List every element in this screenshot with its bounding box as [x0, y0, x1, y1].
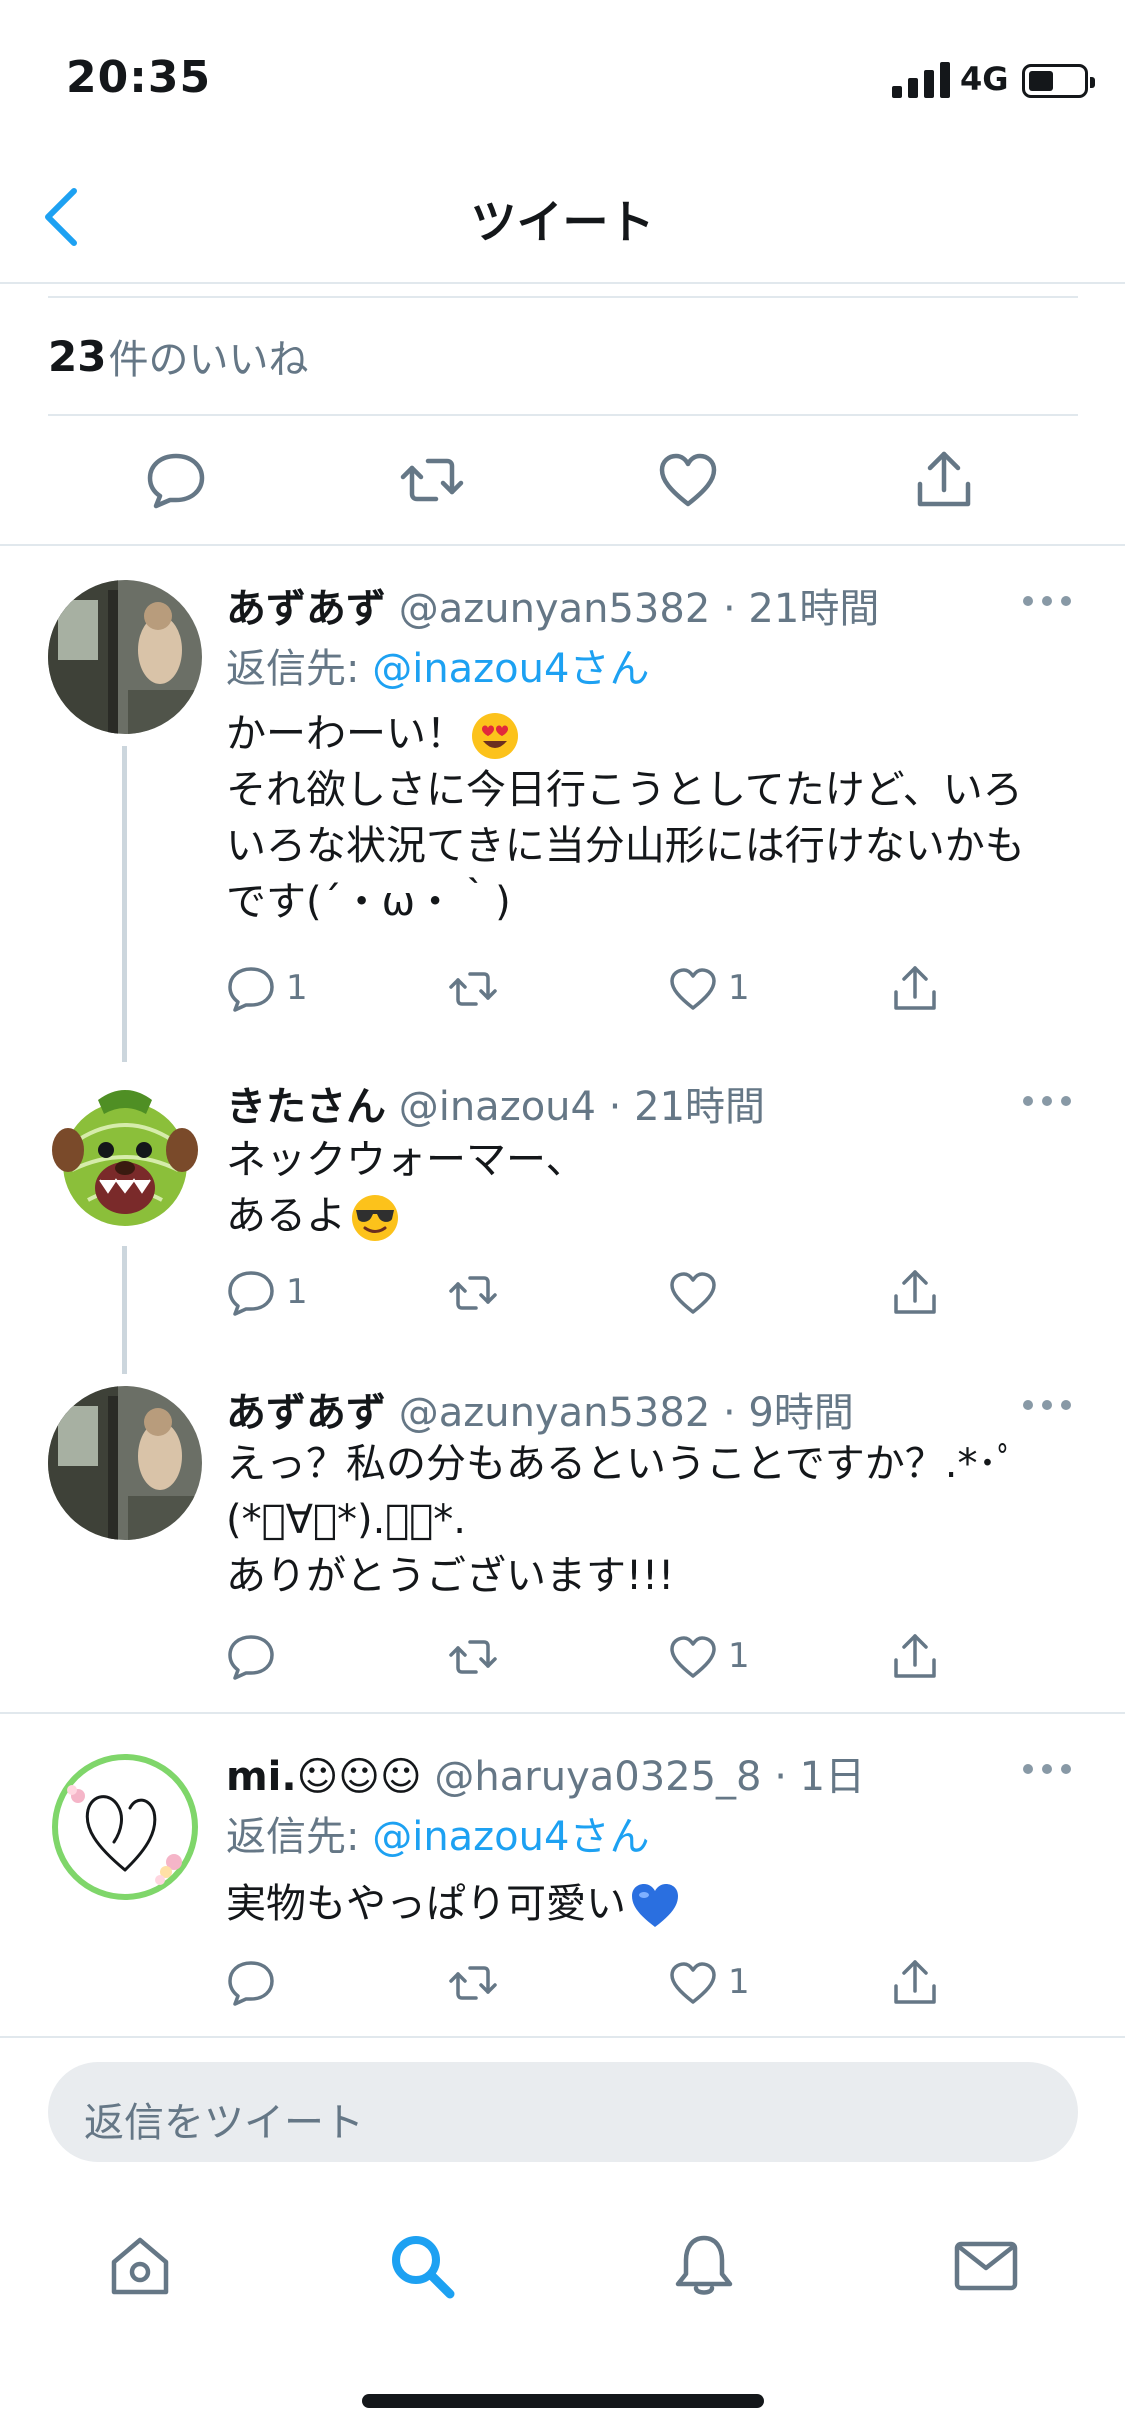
battery-icon	[1022, 64, 1095, 98]
reply-to: 返信先: @inazou4さん	[226, 636, 649, 694]
share-icon[interactable]	[890, 1632, 940, 1682]
share-icon[interactable]	[890, 1958, 940, 2008]
tweet-line: ありがとうございます!!!	[226, 1553, 675, 1599]
status-time: 20:35	[66, 52, 212, 103]
tweet-time: 21時間	[748, 586, 880, 632]
like-icon[interactable]	[668, 1268, 718, 1318]
main-tweet-actions	[0, 418, 1125, 546]
more-options-icon[interactable]	[1021, 594, 1073, 608]
likes-summary[interactable]: 23 件のいいね	[48, 296, 1078, 416]
tweet-line: かーわーい！	[226, 711, 466, 757]
retweet-icon[interactable]	[448, 1268, 498, 1318]
tweet-line: いろな状況てきに当分山形には行けないかも	[226, 823, 1025, 869]
tweet-header: きたさん @inazou4 · 21時間	[226, 1084, 766, 1130]
nav-header: ツイート	[0, 150, 1125, 284]
reply-placeholder: 返信をツイート	[84, 2100, 364, 2146]
more-options-icon[interactable]	[1021, 1398, 1073, 1412]
home-indicator[interactable]	[362, 2394, 764, 2408]
status-bar: 20:35 4G	[0, 0, 1125, 150]
reply-count: 1	[286, 1272, 308, 1312]
divider	[0, 2036, 1125, 2038]
display-name[interactable]: あずあず	[226, 586, 386, 632]
messages-icon[interactable]	[952, 2232, 1020, 2300]
tweet-actions: 1 1	[0, 964, 1125, 1024]
reply-to-prefix: 返信先:	[226, 646, 373, 692]
retweet-icon[interactable]	[448, 1958, 498, 2008]
network-label: 4G	[960, 60, 1009, 98]
like-count: 1	[728, 968, 750, 1008]
tweet-text: かーわーい！ それ欲しさに今日行こうとしてたけど、いろ いろな状況てきに当分山形…	[226, 706, 1086, 930]
reply-mention-link[interactable]: @inazou4さん	[372, 1814, 649, 1860]
tweet-time: 9時間	[748, 1390, 854, 1436]
tweet-text: ネックウォーマー、 あるよ	[226, 1132, 1086, 1244]
retweet-icon[interactable]	[448, 964, 498, 1014]
display-name[interactable]: きたさん	[226, 1084, 386, 1130]
user-handle[interactable]: @inazou4	[399, 1084, 596, 1130]
tweet-line: えっ？私の分もあるということですか？.*･ﾟ	[226, 1441, 1018, 1487]
like-count: 1	[728, 1636, 750, 1676]
tab-bar	[0, 2196, 1125, 2336]
tweet-header: あずあず @azunyan5382 · 9時間	[226, 1390, 854, 1436]
like-icon[interactable]	[668, 964, 718, 1014]
tweet-time: 1日	[799, 1754, 866, 1800]
tweet-text: 実物もやっぱり可愛い	[226, 1876, 1086, 1932]
user-handle[interactable]: @azunyan5382	[399, 1390, 711, 1436]
reply-to-prefix: 返信先:	[226, 1814, 373, 1860]
blue-heart-emoji-icon	[632, 1884, 678, 1927]
like-icon[interactable]	[656, 448, 720, 512]
tweet-line: 実物もやっぱり可愛い	[226, 1881, 626, 1927]
tweet-actions: 1	[0, 1958, 1125, 2018]
notifications-icon[interactable]	[670, 2232, 738, 2300]
user-handle[interactable]: @azunyan5382	[399, 586, 711, 632]
tweet-line: ネックウォーマー、	[226, 1137, 586, 1183]
share-icon[interactable]	[912, 448, 976, 512]
avatar[interactable]	[48, 1080, 202, 1234]
tweet-line: あるよ	[226, 1193, 346, 1239]
sunglasses-emoji-icon	[352, 1195, 398, 1241]
tweet-header: あずあず @azunyan5382 · 21時間	[226, 586, 880, 632]
signal-icon	[892, 62, 950, 98]
reply-icon[interactable]	[226, 1268, 276, 1318]
avatar[interactable]	[48, 1750, 202, 1904]
tweet-actions: 1	[0, 1268, 1125, 1328]
tweet-time: 21時間	[634, 1084, 766, 1130]
share-icon[interactable]	[890, 964, 940, 1014]
user-handle[interactable]: @haruya0325_8	[434, 1754, 761, 1800]
reply-icon[interactable]	[226, 1632, 276, 1682]
page-title: ツイート	[470, 195, 655, 249]
more-options-icon[interactable]	[1021, 1762, 1073, 1776]
tweet-line: (*ﾟ∀ﾟ*).ﾟ･*.	[226, 1497, 467, 1543]
retweet-icon[interactable]	[400, 448, 464, 512]
likes-label: 件のいいね	[108, 337, 309, 383]
home-icon[interactable]	[106, 2232, 174, 2300]
tweet-text: えっ？私の分もあるということですか？.*･ﾟ (*ﾟ∀ﾟ*).ﾟ･*. ありがと…	[226, 1436, 1086, 1604]
avatar[interactable]	[48, 1386, 202, 1540]
like-count: 1	[728, 1962, 750, 2002]
likes-count: 23	[48, 331, 107, 381]
retweet-icon[interactable]	[448, 1632, 498, 1682]
reply-icon[interactable]	[144, 448, 208, 512]
share-icon[interactable]	[890, 1268, 940, 1318]
more-options-icon[interactable]	[1021, 1094, 1073, 1108]
display-name[interactable]: あずあず	[226, 1390, 386, 1436]
like-icon[interactable]	[668, 1632, 718, 1682]
tweet-line: です(´・ω・｀)	[226, 879, 511, 925]
tweet-line: それ欲しさに今日行こうとしてたけど、いろ	[226, 767, 1023, 813]
search-icon[interactable]	[388, 2232, 456, 2300]
avatar[interactable]	[48, 580, 202, 734]
reply-mention-link[interactable]: @inazou4さん	[372, 646, 649, 692]
divider	[0, 1712, 1125, 1714]
reply-count: 1	[286, 968, 308, 1008]
like-icon[interactable]	[668, 1958, 718, 2008]
tweet-header: mi.☺☺☺ @haruya0325_8 · 1日	[226, 1754, 866, 1800]
tweet-actions: 1	[0, 1632, 1125, 1692]
reply-to: 返信先: @inazou4さん	[226, 1804, 649, 1862]
display-name[interactable]: mi.☺☺☺	[226, 1754, 422, 1800]
reply-icon[interactable]	[226, 964, 276, 1014]
heart-eyes-emoji-icon	[472, 713, 518, 759]
reply-icon[interactable]	[226, 1958, 276, 2008]
reply-input[interactable]: 返信をツイート	[48, 2062, 1078, 2162]
